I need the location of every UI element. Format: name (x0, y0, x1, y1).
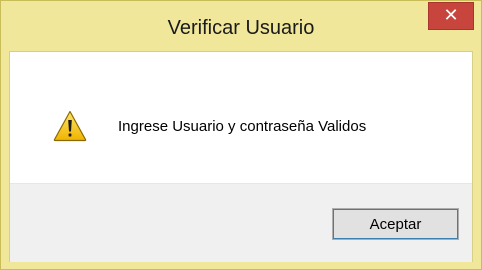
accept-button[interactable]: Aceptar (332, 208, 459, 240)
message-text: Ingrese Usuario y contraseña Validos (118, 118, 367, 135)
close-button[interactable]: ✕ (428, 2, 474, 30)
title-bar[interactable]: Verificar Usuario ✕ (1, 1, 481, 51)
window-title: Verificar Usuario (167, 17, 315, 39)
close-icon: ✕ (443, 5, 459, 26)
button-bar: Aceptar (10, 183, 472, 262)
dialog-body: Ingrese Usuario y contraseña Validos Ace… (9, 51, 473, 262)
warning-icon (53, 110, 87, 142)
dialog-window: Verificar Usuario ✕ Ingrese Usuario y co… (0, 0, 482, 270)
message-area: Ingrese Usuario y contraseña Validos (10, 52, 472, 183)
